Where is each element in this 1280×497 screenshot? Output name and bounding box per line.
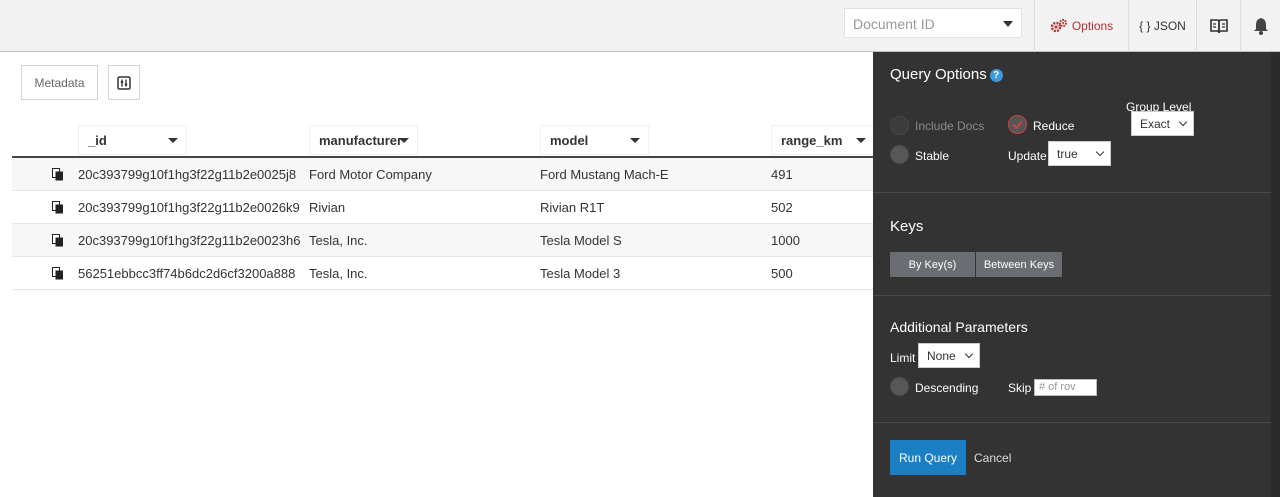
column-header-label: range_km: [781, 132, 843, 148]
descending-checkbox[interactable]: [890, 377, 909, 396]
keys-title: Keys: [890, 218, 924, 235]
column-header-label: manufacturer: [319, 132, 403, 148]
json-label: { } JSON: [1139, 19, 1186, 33]
table-row[interactable]: 20c393799g10f1hg3f22g11b2e0026k9 Rivian …: [12, 191, 874, 224]
cell-range-km: 502: [771, 200, 793, 215]
stable-checkbox[interactable]: [890, 145, 909, 164]
table-row[interactable]: 56251ebbcc3ff74b6dc2d6cf3200a888 Tesla, …: [12, 257, 874, 290]
query-options-title-text: Query Options: [890, 66, 987, 83]
cell-manufacturer: Tesla, Inc.: [309, 233, 368, 248]
table-row[interactable]: 20c393799g10f1hg3f22g11b2e0023h6 Tesla, …: [12, 224, 874, 257]
checkmark-icon: [1012, 120, 1023, 130]
column-header-range-km[interactable]: range_km: [771, 125, 875, 155]
table-view-toggle-button[interactable]: [108, 65, 140, 100]
by-keys-label: By Key(s): [908, 258, 957, 271]
cell-range-km: 500: [771, 266, 793, 281]
options-button[interactable]: Options: [1034, 0, 1128, 52]
chevron-down-icon: [964, 349, 974, 359]
run-query-label: Run Query: [898, 450, 958, 465]
top-header: Document ID Options { } JSON: [0, 0, 1280, 52]
group-level-value: Exact: [1140, 116, 1171, 131]
chevron-down-icon[interactable]: [1003, 21, 1013, 27]
document-id-placeholder: Document ID: [853, 16, 935, 32]
copy-icon[interactable]: [52, 234, 64, 247]
document-id-select[interactable]: Document ID: [844, 8, 1022, 38]
reduce-label: Reduce: [1033, 119, 1075, 133]
cell-manufacturer: Ford Motor Company: [309, 167, 432, 182]
cell-manufacturer: Tesla, Inc.: [309, 266, 368, 281]
copy-icon[interactable]: [52, 168, 64, 181]
cell-range-km: 1000: [771, 233, 800, 248]
chevron-down-icon[interactable]: [630, 138, 640, 143]
query-options-panel: Query Options? Include Docs Reduce Group…: [873, 52, 1280, 497]
column-header-manufacturer[interactable]: manufacturer: [309, 125, 418, 155]
json-button[interactable]: { } JSON: [1128, 0, 1196, 52]
chevron-down-icon[interactable]: [168, 138, 178, 143]
cell-range-km: 491: [771, 167, 793, 182]
cell-id: 56251ebbcc3ff74b6dc2d6cf3200a888: [78, 266, 296, 281]
copy-icon[interactable]: [52, 201, 64, 214]
scrollbar[interactable]: [1271, 52, 1280, 497]
limit-label: Limit: [890, 351, 916, 365]
include-docs-label: Include Docs: [915, 119, 985, 133]
update-select[interactable]: true: [1048, 141, 1111, 166]
metadata-button[interactable]: Metadata: [21, 65, 98, 100]
cell-id: 20c393799g10f1hg3f22g11b2e0026k9: [78, 200, 300, 215]
skip-input[interactable]: # of rov: [1034, 379, 1097, 396]
query-options-title: Query Options?: [890, 66, 1003, 83]
metadata-label: Metadata: [34, 75, 85, 90]
notifications-button[interactable]: [1240, 0, 1280, 52]
by-keys-button[interactable]: By Key(s): [890, 252, 975, 277]
limit-select[interactable]: None: [918, 343, 980, 368]
sliders-icon: [117, 75, 131, 90]
chevron-down-icon: [1178, 117, 1188, 127]
bell-icon: [1253, 18, 1268, 35]
descending-label: Descending: [915, 381, 979, 395]
cell-model: Tesla Model S: [540, 233, 622, 248]
update-value: true: [1057, 146, 1078, 161]
column-header-label: _id: [88, 132, 107, 148]
skip-label: Skip: [1008, 381, 1032, 395]
chevron-down-icon[interactable]: [399, 138, 409, 143]
cell-model: Tesla Model 3: [540, 266, 621, 281]
documentation-button[interactable]: [1196, 0, 1240, 52]
skip-placeholder: # of rov: [1039, 381, 1076, 393]
cell-model: Ford Mustang Mach-E: [540, 167, 669, 182]
divider: [873, 192, 1280, 193]
between-keys-button[interactable]: Between Keys: [976, 252, 1062, 277]
cell-id: 20c393799g10f1hg3f22g11b2e0025j8: [78, 167, 297, 182]
column-header-model[interactable]: model: [540, 125, 649, 155]
chevron-down-icon: [1095, 147, 1105, 157]
divider: [873, 422, 1280, 423]
reduce-checkbox[interactable]: [1008, 115, 1027, 134]
cancel-button[interactable]: Cancel: [974, 451, 1011, 465]
cell-manufacturer: Rivian: [309, 200, 346, 215]
between-keys-label: Between Keys: [983, 258, 1055, 271]
group-level-select[interactable]: Exact: [1131, 111, 1194, 136]
column-header-label: model: [550, 132, 589, 148]
stable-label: Stable: [915, 149, 950, 163]
cell-model: Rivian R1T: [540, 200, 605, 215]
divider: [873, 295, 1280, 296]
options-label: Options: [1071, 19, 1114, 33]
book-icon: [1209, 19, 1228, 34]
include-docs-checkbox[interactable]: [890, 116, 909, 135]
copy-icon[interactable]: [52, 267, 64, 280]
table-row[interactable]: 20c393799g10f1hg3f22g11b2e0025j8 Ford Mo…: [12, 158, 874, 191]
additional-parameters-title: Additional Parameters: [890, 319, 1028, 335]
cell-id: 20c393799g10f1hg3f22g11b2e0023h6: [78, 233, 301, 248]
column-header-id[interactable]: _id: [78, 125, 187, 155]
run-query-button[interactable]: Run Query: [890, 440, 966, 475]
gears-icon: [1050, 19, 1067, 33]
limit-value: None: [927, 348, 956, 363]
update-label: Update: [1008, 149, 1047, 163]
help-icon[interactable]: ?: [989, 69, 1003, 82]
chevron-down-icon[interactable]: [856, 138, 866, 143]
